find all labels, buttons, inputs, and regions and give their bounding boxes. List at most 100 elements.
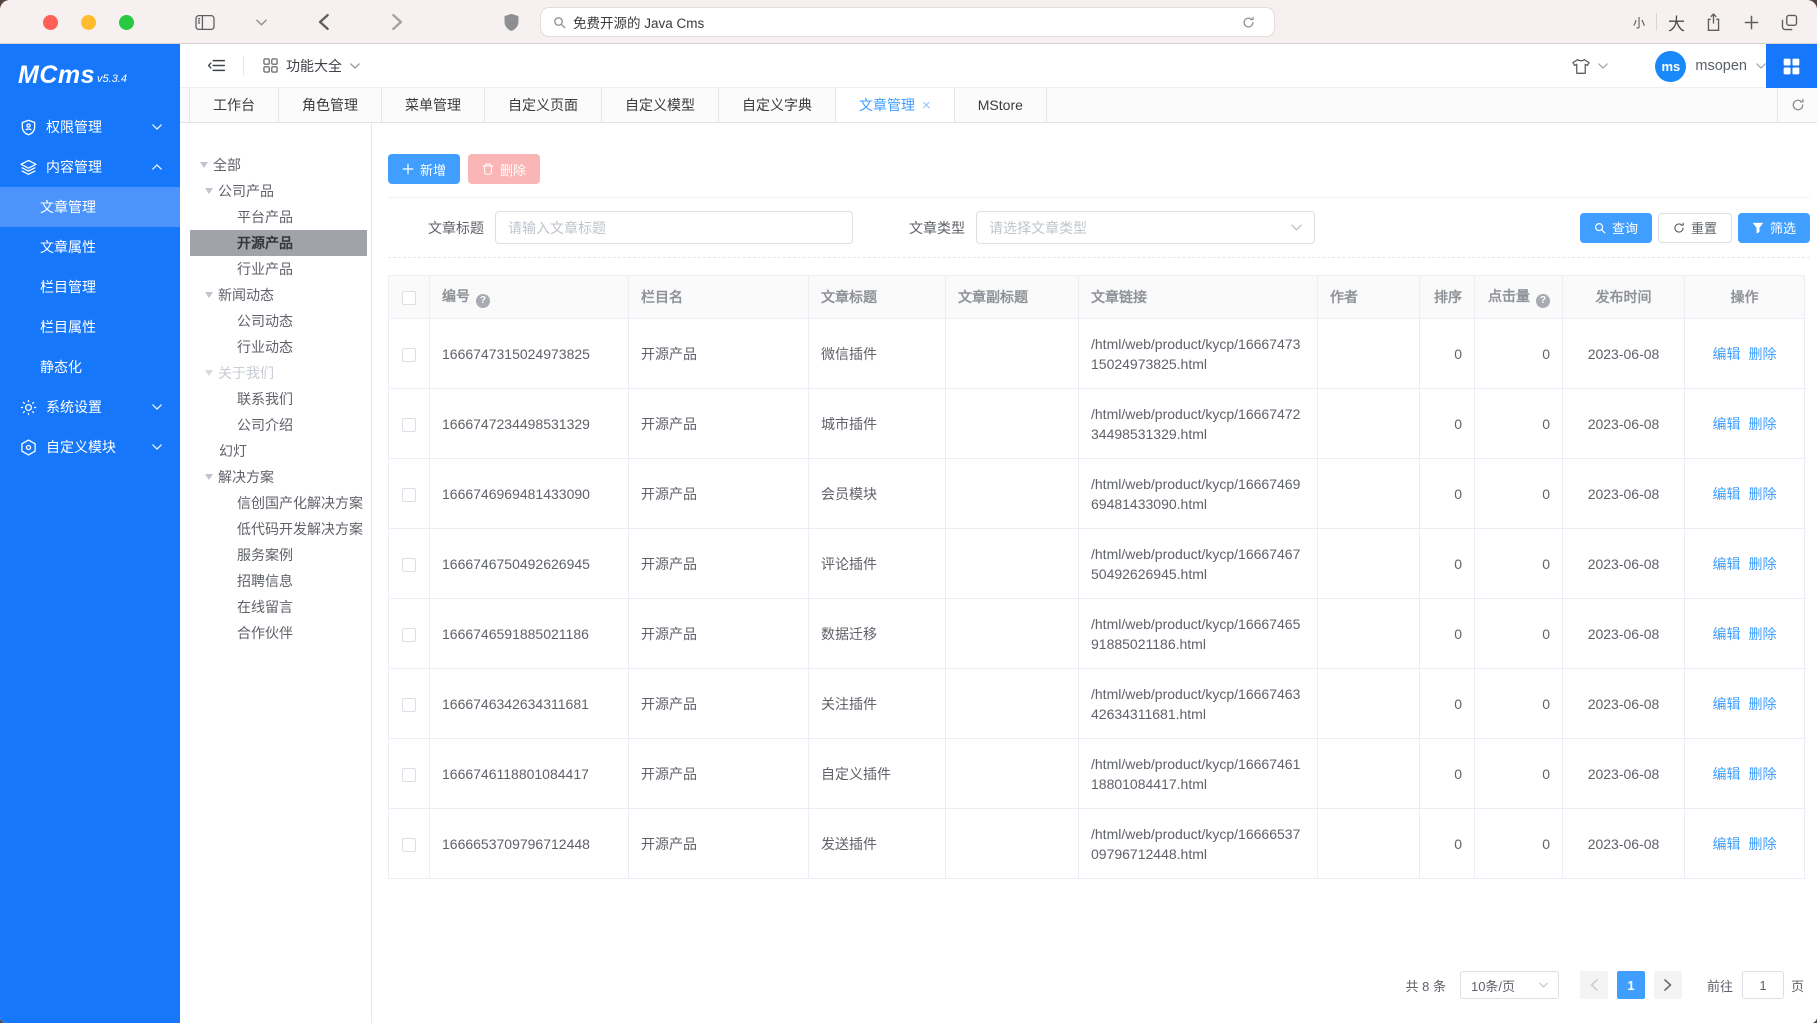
zoom-window-button[interactable] xyxy=(119,15,134,30)
edit-link[interactable]: 编辑 xyxy=(1713,346,1741,362)
privacy-report-button[interactable] xyxy=(503,0,520,44)
title-filter-input[interactable] xyxy=(495,211,853,244)
row-checkbox[interactable] xyxy=(402,838,416,852)
toggle-sidebar-button[interactable] xyxy=(195,0,217,44)
tree-node[interactable]: 关于我们 xyxy=(180,360,371,386)
tree-node[interactable]: 平台产品 xyxy=(180,204,371,230)
select-all-checkbox[interactable] xyxy=(402,291,416,305)
forward-button[interactable] xyxy=(392,0,403,44)
row-checkbox[interactable] xyxy=(402,348,416,362)
tab-item[interactable]: 菜单管理 xyxy=(382,88,485,122)
sidebar-item[interactable]: 文章属性 xyxy=(0,227,180,267)
next-page-button[interactable] xyxy=(1654,971,1682,999)
help-icon[interactable]: ? xyxy=(1536,294,1550,308)
tree-node[interactable]: 全部 xyxy=(180,152,371,178)
delete-link[interactable]: 删除 xyxy=(1749,416,1777,432)
increase-text-size-button[interactable]: 大 xyxy=(1668,0,1685,44)
delete-link[interactable]: 删除 xyxy=(1749,486,1777,502)
sidebar-group[interactable]: 自定义模块 xyxy=(0,427,180,467)
row-checkbox[interactable] xyxy=(402,698,416,712)
sidebar-item[interactable]: 栏目属性 xyxy=(0,307,180,347)
delete-link[interactable]: 删除 xyxy=(1749,766,1777,782)
tree-node[interactable]: 信创国产化解决方案 xyxy=(180,490,371,516)
tree-node[interactable]: 幻灯 xyxy=(180,438,371,464)
tree-node[interactable]: 行业动态 xyxy=(180,334,371,360)
edit-link[interactable]: 编辑 xyxy=(1713,556,1741,572)
tab-item[interactable]: 自定义字典 xyxy=(719,88,836,122)
tree-node[interactable]: 新闻动态 xyxy=(180,282,371,308)
tree-node[interactable]: 行业产品 xyxy=(180,256,371,282)
goto-page-input[interactable] xyxy=(1742,971,1784,999)
reset-button[interactable]: 重置 xyxy=(1658,213,1732,243)
help-icon[interactable]: ? xyxy=(476,294,490,308)
tab-item[interactable]: 自定义模型 xyxy=(602,88,719,122)
tab-item-active[interactable]: 文章管理× xyxy=(836,88,955,122)
sidebar-item[interactable]: 静态化 xyxy=(0,347,180,387)
sidebar-item-active[interactable]: 文章管理 xyxy=(0,187,180,227)
search-button[interactable]: 查询 xyxy=(1580,213,1652,243)
expander-caret-icon[interactable] xyxy=(205,188,213,194)
delete-button[interactable]: 删除 xyxy=(468,154,540,184)
decrease-text-size-button[interactable]: 小 xyxy=(1633,0,1645,44)
delete-link[interactable]: 删除 xyxy=(1749,346,1777,362)
delete-link[interactable]: 删除 xyxy=(1749,836,1777,852)
delete-link[interactable]: 删除 xyxy=(1749,626,1777,642)
edit-link[interactable]: 编辑 xyxy=(1713,626,1741,642)
row-checkbox[interactable] xyxy=(402,768,416,782)
tree-node[interactable]: 公司动态 xyxy=(180,308,371,334)
tab-overview-button[interactable] xyxy=(1781,0,1798,44)
tree-node[interactable]: 公司产品 xyxy=(180,178,371,204)
row-checkbox[interactable] xyxy=(402,418,416,432)
user-menu[interactable]: ms msopen xyxy=(1655,51,1766,82)
expander-caret-icon[interactable] xyxy=(205,292,213,298)
new-tab-button[interactable] xyxy=(1744,0,1759,44)
tree-node[interactable]: 解决方案 xyxy=(180,464,371,490)
edit-link[interactable]: 编辑 xyxy=(1713,696,1741,712)
tree-node[interactable]: 在线留言 xyxy=(180,594,371,620)
collapse-sidebar-button[interactable] xyxy=(207,58,226,73)
edit-link[interactable]: 编辑 xyxy=(1713,486,1741,502)
tree-node[interactable]: 公司介绍 xyxy=(180,412,371,438)
refresh-tab-button[interactable] xyxy=(1777,88,1817,122)
back-button[interactable] xyxy=(318,0,329,44)
sidebar-group[interactable]: 系统设置 xyxy=(0,387,180,427)
tab-item[interactable]: 工作台 xyxy=(189,88,279,122)
close-tab-icon[interactable]: × xyxy=(922,98,931,113)
filter-button[interactable]: 筛选 xyxy=(1738,213,1810,243)
sidebar-item[interactable]: 栏目管理 xyxy=(0,267,180,307)
edit-link[interactable]: 编辑 xyxy=(1713,416,1741,432)
page-number-button[interactable]: 1 xyxy=(1617,971,1645,999)
minimize-window-button[interactable] xyxy=(81,15,96,30)
tree-node[interactable]: 低代码开发解决方案 xyxy=(180,516,371,542)
expander-caret-icon[interactable] xyxy=(205,474,213,480)
theme-switcher[interactable] xyxy=(1571,58,1608,75)
tree-node[interactable]: 合作伙伴 xyxy=(180,620,371,646)
row-checkbox[interactable] xyxy=(402,488,416,502)
tab-item[interactable]: MStore xyxy=(955,88,1047,122)
edit-link[interactable]: 编辑 xyxy=(1713,836,1741,852)
close-window-button[interactable] xyxy=(43,15,58,30)
expander-caret-icon[interactable] xyxy=(205,370,213,376)
tree-node[interactable]: 联系我们 xyxy=(180,386,371,412)
tree-node-selected[interactable]: 开源产品 xyxy=(190,230,367,256)
prev-page-button[interactable] xyxy=(1580,971,1608,999)
add-button[interactable]: 新增 xyxy=(388,154,460,184)
sidebar-group[interactable]: 内容管理 xyxy=(0,147,180,187)
reload-page-icon[interactable] xyxy=(1242,16,1255,29)
edit-link[interactable]: 编辑 xyxy=(1713,766,1741,782)
address-bar[interactable]: 免费开源的 Java Cms xyxy=(540,7,1275,37)
tab-item[interactable]: 自定义页面 xyxy=(485,88,602,122)
page-size-select[interactable]: 10条/页 xyxy=(1460,971,1559,999)
tab-item[interactable]: 角色管理 xyxy=(279,88,382,122)
tree-node[interactable]: 服务案例 xyxy=(180,542,371,568)
delete-link[interactable]: 删除 xyxy=(1749,696,1777,712)
sidebar-menu-chevron[interactable] xyxy=(256,0,268,44)
share-button[interactable] xyxy=(1705,0,1722,44)
type-filter-select[interactable]: 请选择文章类型 xyxy=(976,211,1315,244)
row-checkbox[interactable] xyxy=(402,558,416,572)
apps-launcher-button[interactable] xyxy=(1766,44,1817,88)
expander-caret-icon[interactable] xyxy=(200,162,208,168)
delete-link[interactable]: 删除 xyxy=(1749,556,1777,572)
sidebar-group[interactable]: 权限管理 xyxy=(0,107,180,147)
app-menu-trigger[interactable]: 功能大全 xyxy=(263,56,360,76)
